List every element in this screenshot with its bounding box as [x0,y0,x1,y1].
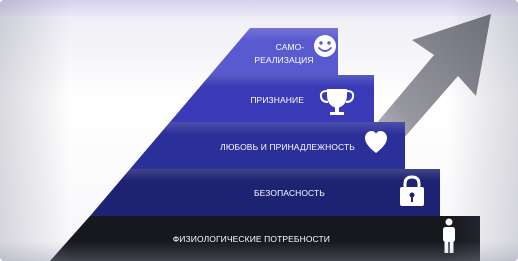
level-3-label: ЛЮБОВЬ И ПРИНАДЛЕЖНОСТЬ [220,142,355,152]
left-vignette [0,0,70,261]
right-vignette [448,0,518,261]
bottom-vignette [0,241,518,261]
level-1-label-line-2: РЕАЛИЗАЦИЯ [254,55,313,65]
smiley-icon [314,35,336,57]
level-2-label: ПРИЗНАНИЕ [250,95,304,105]
pyramid-canvas: САМО- РЕАЛИЗАЦИЯ ПРИЗНАНИЕ ЛЮБОВЬ И ПРИН… [50,14,491,261]
pyramid-diagram: САМО- РЕАЛИЗАЦИЯ ПРИЗНАНИЕ ЛЮБОВЬ И ПРИН… [0,0,518,261]
level-4-label: БЕЗОПАСНОСТЬ [254,188,325,198]
level-1-label-line-1: САМО- [276,42,305,52]
